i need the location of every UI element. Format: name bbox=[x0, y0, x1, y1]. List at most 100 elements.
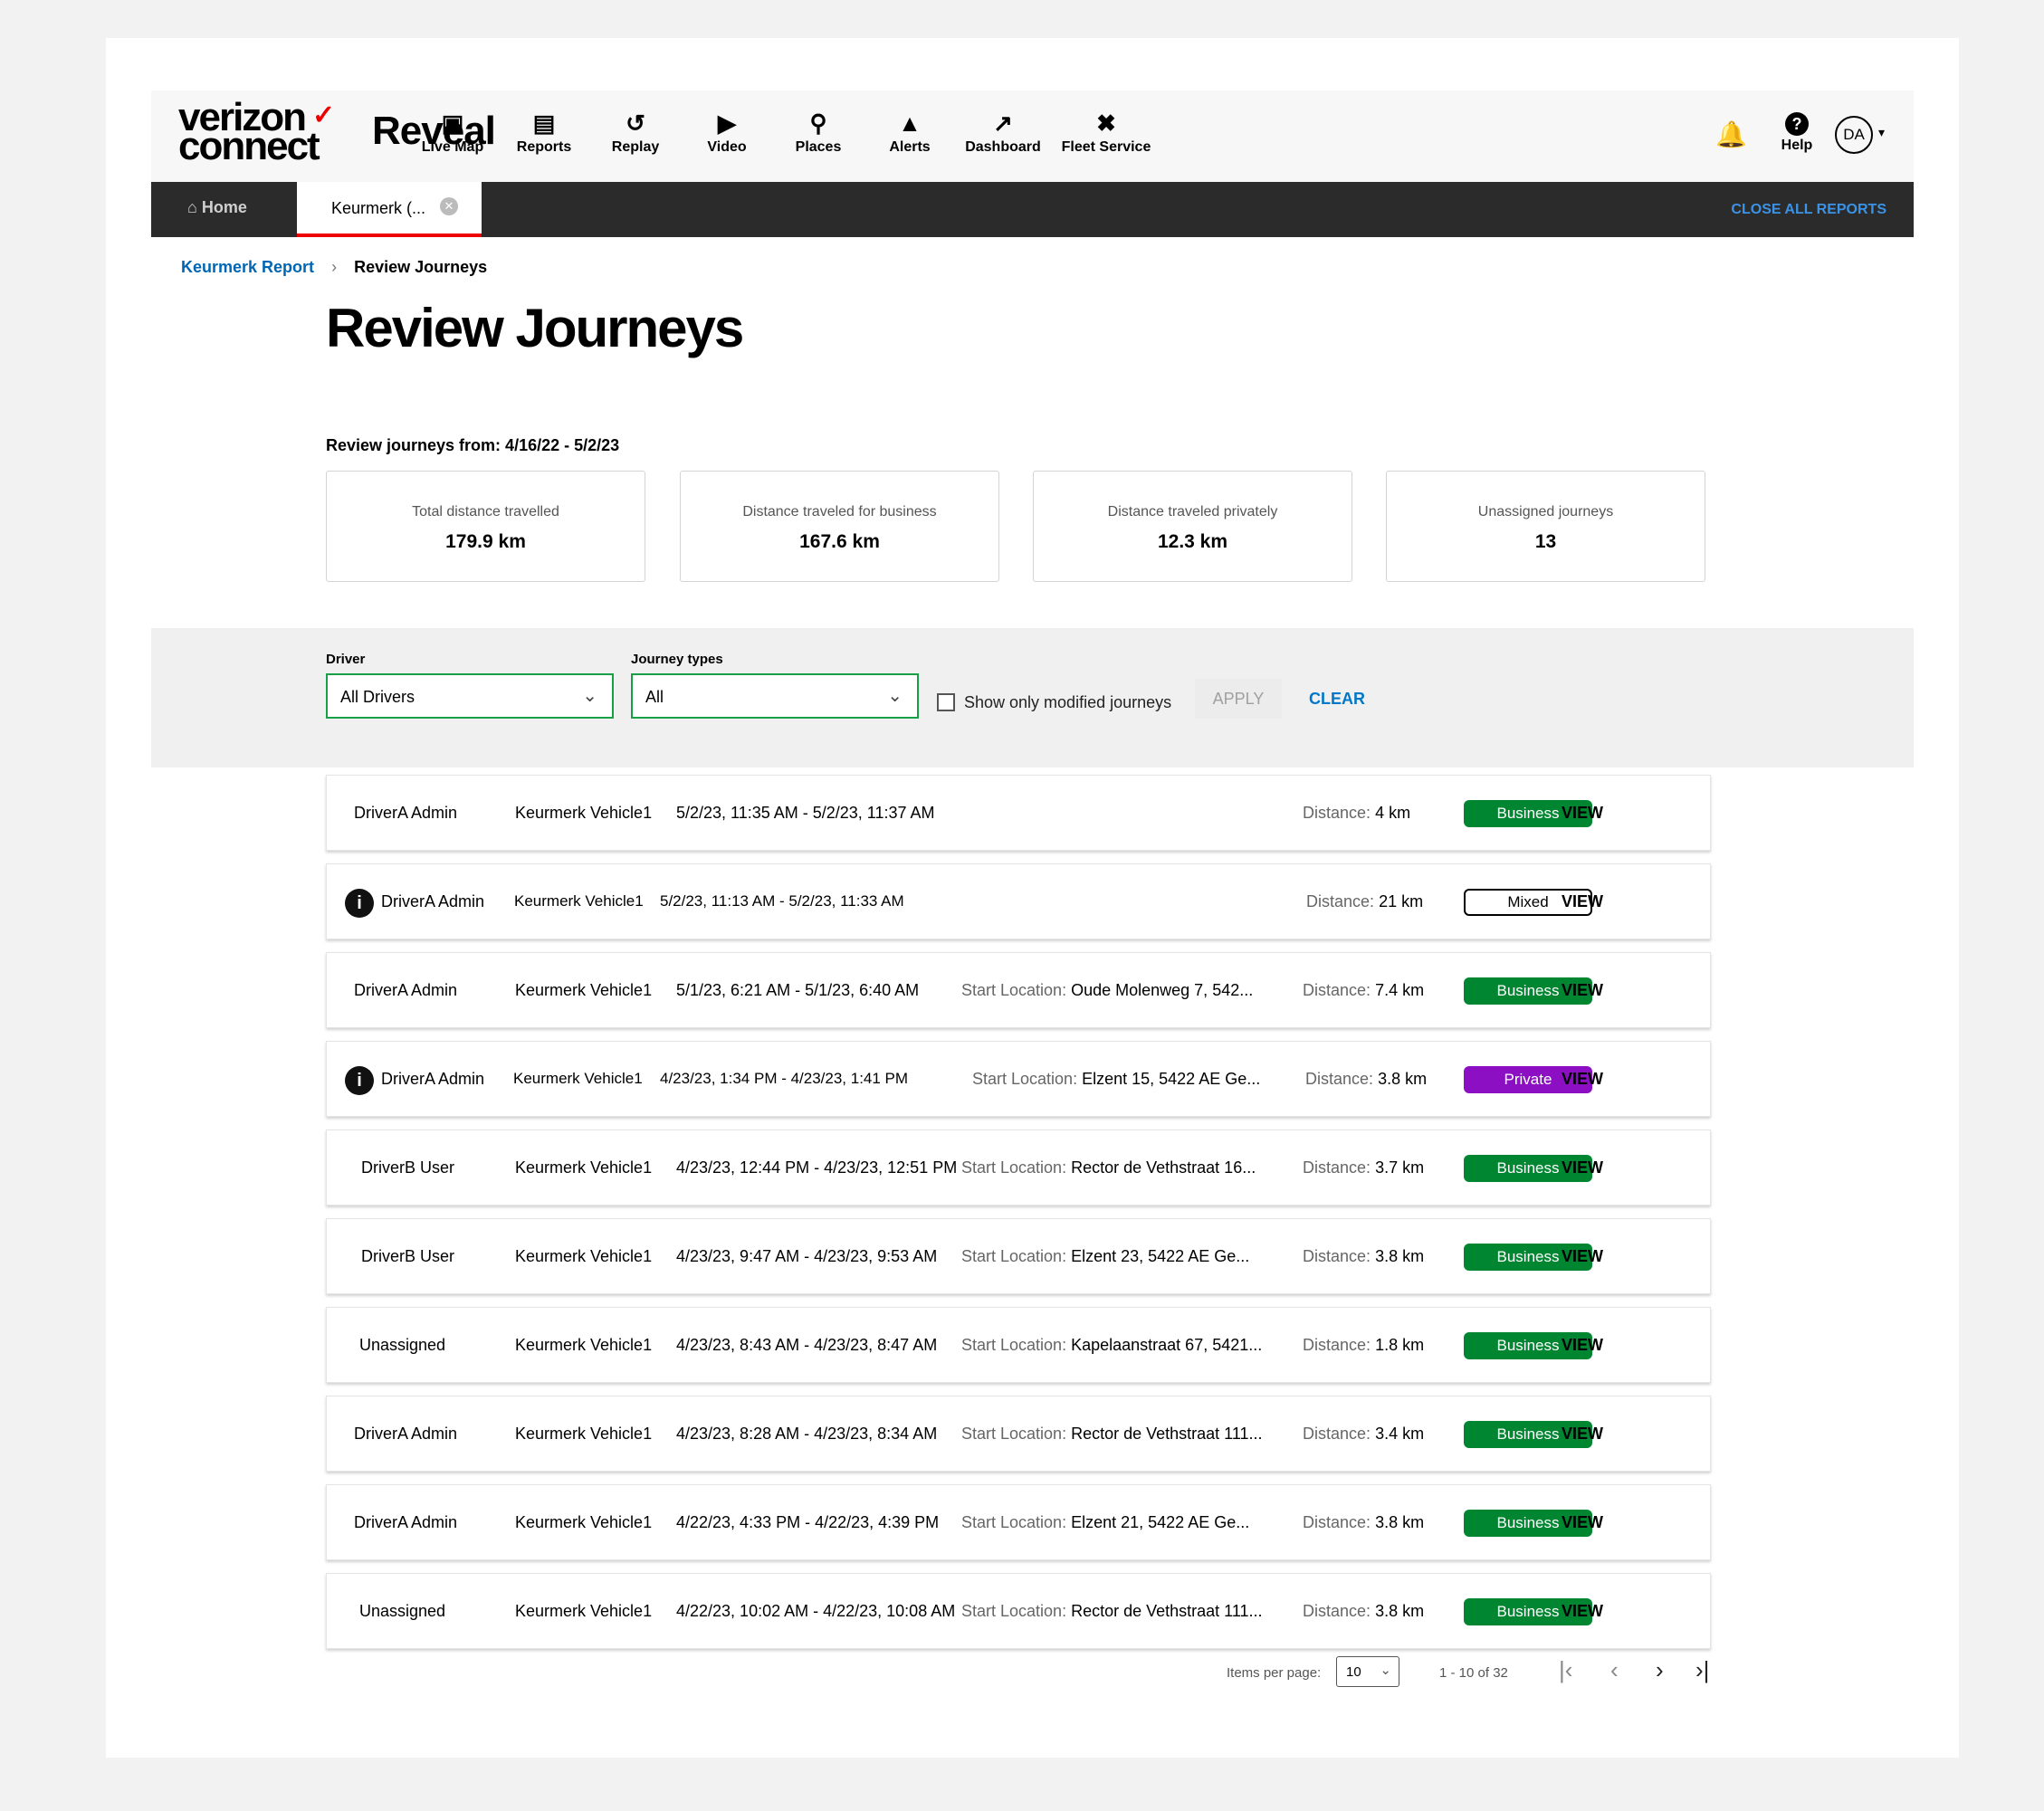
journey-time: 5/2/23, 11:35 AM - 5/2/23, 11:37 AM bbox=[676, 804, 935, 822]
modified-journeys-label[interactable]: Show only modified journeys bbox=[964, 693, 1171, 712]
journey-time: 5/2/23, 11:13 AM - 5/2/23, 11:33 AM bbox=[660, 892, 904, 910]
nav-reports[interactable]: ▤ Reports bbox=[494, 110, 594, 156]
driver-name: DriverA Admin bbox=[354, 804, 458, 822]
driver-select[interactable]: All Drivers ⌄ bbox=[326, 673, 614, 719]
chevron-down-icon: ⌄ bbox=[887, 686, 903, 706]
driver-name: Unassigned bbox=[359, 1336, 446, 1354]
vehicle-name: Keurmerk Vehicle1 bbox=[515, 1602, 653, 1620]
view-button[interactable]: VIEW bbox=[1562, 1158, 1603, 1177]
filter-bar: Driver All Drivers ⌄ Journey types All ⌄… bbox=[151, 628, 1914, 767]
journey-row[interactable]: Unassigned Keurmerk Vehicle1 4/22/23, 10… bbox=[326, 1573, 1711, 1649]
start-location: Kapelaanstraat 67, 5421... bbox=[1071, 1336, 1263, 1354]
close-tab-icon[interactable]: ✕ bbox=[440, 197, 458, 215]
distance-value: 3.8 km bbox=[1378, 1070, 1428, 1088]
view-button[interactable]: VIEW bbox=[1562, 1513, 1603, 1532]
items-per-page-label: Items per page: bbox=[1227, 1665, 1322, 1681]
vehicle-name: Keurmerk Vehicle1 bbox=[515, 981, 653, 999]
page-title: Review Journeys bbox=[326, 298, 744, 358]
journey-row[interactable]: DriverA Admin Keurmerk Vehicle1 4/22/23,… bbox=[326, 1484, 1711, 1560]
driver-name: DriverA Admin bbox=[381, 1070, 485, 1088]
view-button[interactable]: VIEW bbox=[1562, 1070, 1603, 1089]
info-icon[interactable]: i bbox=[345, 889, 374, 918]
journey-time: 4/23/23, 1:34 PM - 4/23/23, 1:41 PM bbox=[660, 1070, 909, 1087]
view-button[interactable]: VIEW bbox=[1562, 804, 1603, 823]
vehicle-name: Keurmerk Vehicle1 bbox=[515, 1425, 653, 1443]
date-range-label: Review journeys from: 4/16/22 - 5/2/23 bbox=[326, 436, 620, 454]
avatar[interactable]: DA bbox=[1835, 116, 1873, 154]
driver-name: DriverB User bbox=[361, 1158, 455, 1177]
journey-row[interactable]: DriverB User Keurmerk Vehicle1 4/23/23, … bbox=[326, 1218, 1711, 1294]
journey-type-filter-label: Journey types bbox=[631, 652, 723, 667]
next-page-icon[interactable]: › bbox=[1656, 1656, 1664, 1684]
last-page-icon[interactable]: ›| bbox=[1695, 1656, 1709, 1684]
distance-value: 3.8 km bbox=[1375, 1513, 1425, 1531]
top-nav: verizon connect ✓ Reveal ▣ Live Map ▤ Re… bbox=[151, 91, 1914, 182]
nav-fleet-service[interactable]: ✖ Fleet Service bbox=[1052, 110, 1160, 156]
distance-value: 21 km bbox=[1379, 892, 1424, 910]
previous-page-icon[interactable]: ‹ bbox=[1610, 1656, 1619, 1684]
tab-keurmerk-report[interactable]: Keurmerk (... ✕ bbox=[297, 182, 482, 237]
chevron-right-icon: › bbox=[331, 258, 338, 276]
report-tab-bar: ⌂ Home Keurmerk (... ✕ CLOSE ALL REPORTS bbox=[151, 182, 1914, 237]
view-button[interactable]: VIEW bbox=[1562, 1247, 1603, 1266]
breadcrumb-parent-link[interactable]: Keurmerk Report bbox=[181, 258, 314, 276]
journey-time: 4/23/23, 9:47 AM - 4/23/23, 9:53 AM bbox=[676, 1247, 938, 1265]
journey-type-select[interactable]: All ⌄ bbox=[631, 673, 919, 719]
nav-places[interactable]: ⚲ Places bbox=[769, 110, 868, 156]
breadcrumb: Keurmerk Report › Review Journeys bbox=[181, 258, 487, 277]
journey-row[interactable]: i DriverA Admin Keurmerk Vehicle1 4/23/2… bbox=[326, 1041, 1711, 1117]
replay-icon: ↺ bbox=[626, 110, 645, 137]
view-button[interactable]: VIEW bbox=[1562, 1336, 1603, 1355]
tab-home[interactable]: ⌂ Home bbox=[187, 198, 247, 217]
start-location: Oude Molenweg 7, 542... bbox=[1071, 981, 1254, 999]
journey-row[interactable]: i DriverA Admin Keurmerk Vehicle1 5/2/23… bbox=[326, 863, 1711, 939]
nav-replay[interactable]: ↺ Replay bbox=[586, 110, 685, 156]
distance-value: 3.4 km bbox=[1375, 1425, 1425, 1443]
nav-dashboard[interactable]: ↗ Dashboard bbox=[953, 110, 1053, 156]
journey-time: 4/23/23, 8:28 AM - 4/23/23, 8:34 AM bbox=[676, 1425, 938, 1443]
nav-video[interactable]: ▶ Video bbox=[677, 110, 777, 156]
journey-row[interactable]: DriverA Admin Keurmerk Vehicle1 5/1/23, … bbox=[326, 952, 1711, 1028]
alerts-icon: ▲ bbox=[898, 110, 922, 137]
vehicle-name: Keurmerk Vehicle1 bbox=[515, 804, 653, 822]
journey-row[interactable]: DriverA Admin Keurmerk Vehicle1 5/2/23, … bbox=[326, 775, 1711, 851]
view-button[interactable]: VIEW bbox=[1562, 892, 1603, 911]
start-location: Rector de Vethstraat 111... bbox=[1071, 1425, 1263, 1443]
chevron-down-icon: ⌄ bbox=[1380, 1663, 1391, 1678]
items-per-page-select[interactable]: 10 ⌄ bbox=[1336, 1656, 1399, 1687]
vehicle-name: Keurmerk Vehicle1 bbox=[514, 892, 644, 910]
summary-card-total: Total distance travelled 179.9 km bbox=[326, 471, 645, 582]
verizon-connect-logo[interactable]: verizon connect ✓ bbox=[178, 98, 335, 167]
journey-row[interactable]: DriverA Admin Keurmerk Vehicle1 4/23/23,… bbox=[326, 1396, 1711, 1472]
check-mark-icon: ✓ bbox=[312, 100, 335, 130]
chevron-down-icon: ⌄ bbox=[582, 686, 597, 706]
help-icon: ? bbox=[1785, 112, 1809, 136]
vehicle-name: Keurmerk Vehicle1 bbox=[515, 1336, 653, 1354]
view-button[interactable]: VIEW bbox=[1562, 1602, 1603, 1621]
journey-time: 4/22/23, 4:33 PM - 4/22/23, 4:39 PM bbox=[676, 1513, 940, 1531]
vehicle-name: Keurmerk Vehicle1 bbox=[513, 1070, 643, 1087]
driver-name: DriverA Admin bbox=[354, 1513, 458, 1531]
view-button[interactable]: VIEW bbox=[1562, 1425, 1603, 1444]
clear-button[interactable]: CLEAR bbox=[1309, 690, 1365, 709]
journey-row[interactable]: DriverB User Keurmerk Vehicle1 4/23/23, … bbox=[326, 1129, 1711, 1206]
apply-button[interactable]: APPLY bbox=[1195, 679, 1282, 719]
nav-live-map[interactable]: ▣ Live Map bbox=[403, 110, 502, 156]
bell-icon[interactable]: 🔔 bbox=[1715, 119, 1747, 149]
caret-down-icon[interactable]: ▾ bbox=[1878, 125, 1885, 140]
places-icon: ⚲ bbox=[809, 110, 827, 137]
nav-alerts[interactable]: ▲ Alerts bbox=[860, 110, 960, 156]
info-icon[interactable]: i bbox=[345, 1066, 374, 1095]
help-button[interactable]: ? Help bbox=[1774, 112, 1820, 154]
modified-journeys-checkbox[interactable] bbox=[937, 693, 955, 711]
fleet-service-icon: ✖ bbox=[1096, 110, 1116, 137]
dashboard-icon: ↗ bbox=[993, 110, 1013, 137]
first-page-icon[interactable]: |‹ bbox=[1559, 1656, 1572, 1684]
driver-name: Unassigned bbox=[359, 1602, 446, 1620]
driver-filter-label: Driver bbox=[326, 652, 366, 667]
journey-row[interactable]: Unassigned Keurmerk Vehicle1 4/23/23, 8:… bbox=[326, 1307, 1711, 1383]
close-all-reports-button[interactable]: CLOSE ALL REPORTS bbox=[1731, 202, 1886, 218]
driver-name: DriverA Admin bbox=[354, 1425, 458, 1443]
vehicle-name: Keurmerk Vehicle1 bbox=[515, 1158, 653, 1177]
view-button[interactable]: VIEW bbox=[1562, 981, 1603, 1000]
